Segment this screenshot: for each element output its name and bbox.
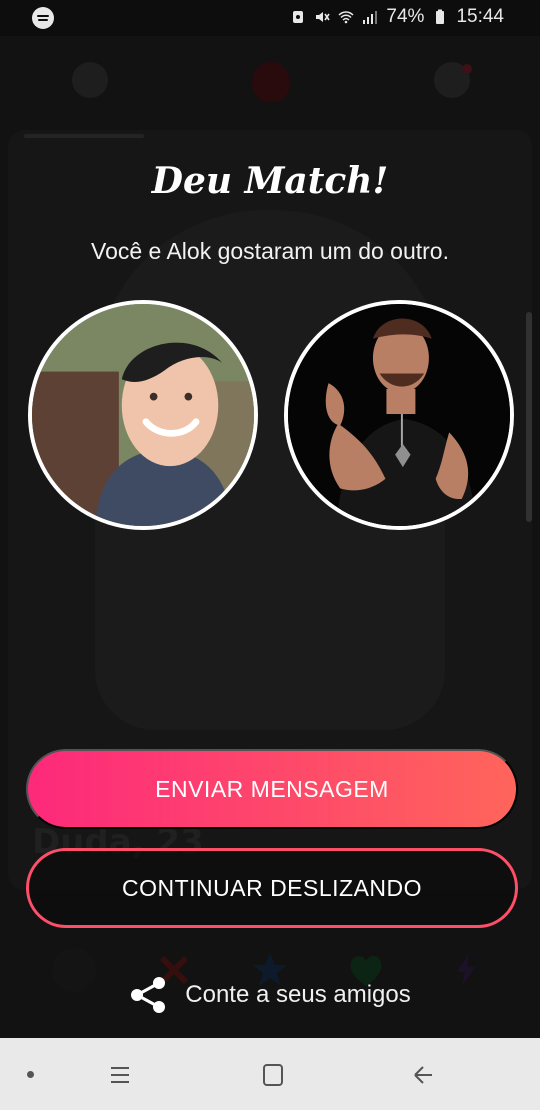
left-avatar-photo (32, 304, 254, 526)
battery-icon (436, 9, 445, 24)
android-navigation-bar (0, 1038, 540, 1110)
match-subtitle: Você e Alok gostaram um do outro. (91, 238, 449, 264)
wifi-icon (338, 11, 354, 24)
recent-apps-icon[interactable] (105, 1060, 135, 1090)
user-avatar-right[interactable] (284, 300, 514, 530)
keep-swiping-button[interactable]: CONTINUAR DESLIZANDO (26, 848, 518, 928)
signal-icon (363, 11, 378, 24)
share-label: Conte a seus amigos (185, 981, 411, 1008)
spotify-icon (32, 7, 54, 29)
nav-dot-icon (27, 1071, 34, 1078)
mute-icon (316, 12, 331, 22)
home-icon[interactable] (258, 1060, 288, 1090)
share-icon (131, 977, 166, 1013)
status-bar: 74% 15:44 (0, 0, 540, 36)
send-message-button[interactable]: ENVIAR MENSAGEM (26, 749, 518, 829)
match-title: Deu Match! (151, 160, 389, 202)
clock-time: 15:44 (456, 6, 504, 27)
user-avatar-left[interactable] (28, 300, 258, 530)
status-right-group: 74% 15:44 (290, 6, 504, 28)
right-avatar-photo (288, 304, 510, 526)
alarm-icon (293, 11, 304, 23)
share-with-friends[interactable]: Conte a seus amigos (0, 972, 540, 1018)
battery-percent: 74% (386, 6, 425, 27)
back-icon[interactable] (408, 1060, 438, 1090)
